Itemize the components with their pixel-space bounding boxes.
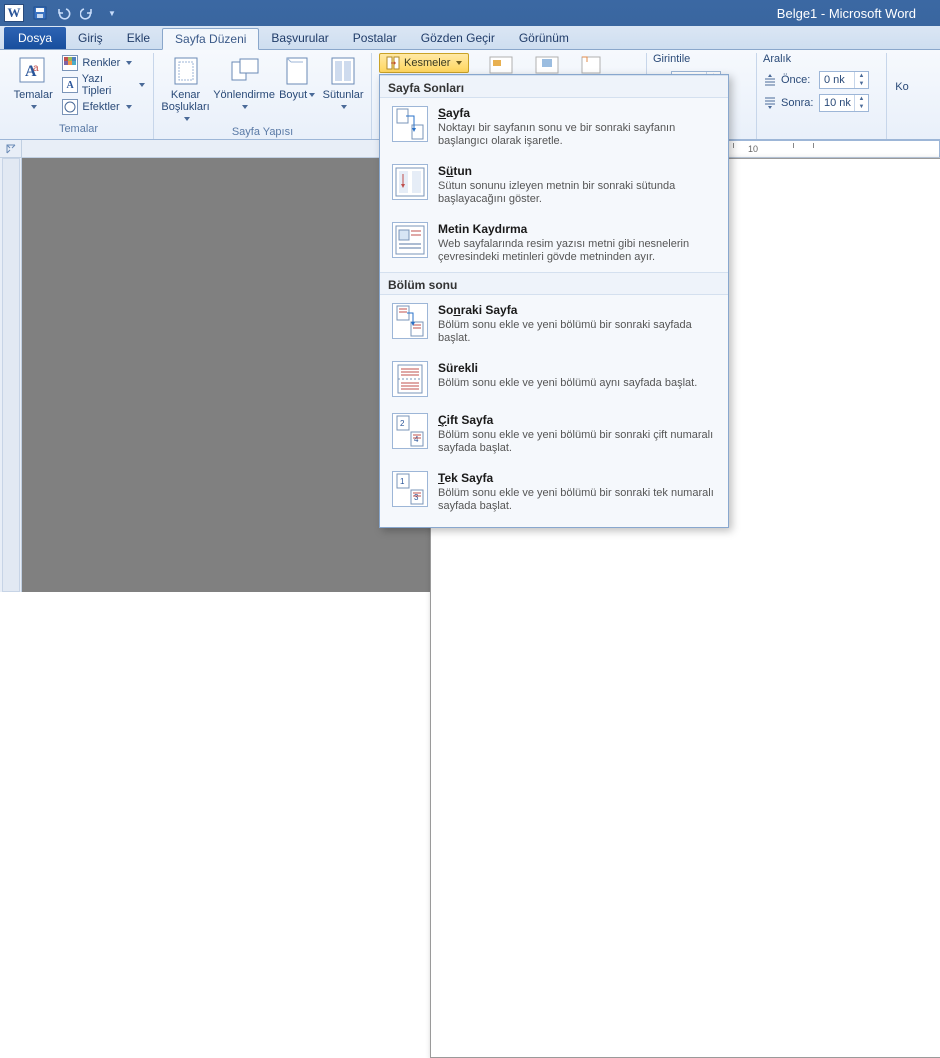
overflow-button[interactable]: Ko (893, 53, 911, 93)
gallery-section-bolum-sonu: Bölüm sonu (380, 272, 728, 295)
tab-giris[interactable]: Giriş (66, 27, 115, 49)
group-sayfa-yapisi: Kenar Boşlukları Yönlendirme Boyut Sütun… (154, 53, 372, 139)
svg-text:4: 4 (414, 435, 419, 444)
ribbon-tabs: Dosya Giriş Ekle Sayfa Düzeni Başvurular… (0, 26, 940, 50)
partial-icon-3 (580, 55, 602, 75)
aralik-label: Aralık (763, 53, 791, 67)
page-break-icon (392, 106, 428, 142)
gitem-tek-sayfa[interactable]: 13 Tek SayfaBölüm sonu ekle ve yeni bölü… (380, 463, 728, 521)
continuous-section-icon (392, 361, 428, 397)
undo-icon[interactable] (54, 4, 74, 22)
colors-icon (62, 55, 78, 71)
temalar-button[interactable]: Aa Temalar (10, 53, 56, 113)
gitem-surekli[interactable]: SürekliBölüm sonu ekle ve yeni bölümü ay… (380, 353, 728, 405)
save-icon[interactable] (30, 4, 50, 22)
gallery-section-sayfa-sonlari: Sayfa Sonları (380, 75, 728, 98)
text-wrap-break-icon (392, 222, 428, 258)
ribbon: Aa Temalar Renkler A Yazı Tipleri Efektl… (0, 50, 940, 140)
partial-icon-1 (488, 55, 514, 75)
group-aralik: Aralık Önce: 0 nk▲▼ Sonra: 10 nk▲▼ (757, 53, 887, 139)
columns-icon (327, 55, 359, 87)
margins-icon (170, 55, 202, 87)
aralik-once-input[interactable]: 0 nk▲▼ (819, 71, 869, 89)
effects-icon (62, 99, 78, 115)
kenar-bosluklari-button[interactable]: Kenar Boşlukları (160, 53, 211, 125)
boyut-button[interactable]: Boyut (277, 53, 317, 101)
efektler-button[interactable]: Efektler (60, 97, 147, 117)
partial-icon-2 (534, 55, 560, 75)
tab-file[interactable]: Dosya (4, 27, 66, 49)
tab-sayfa-duzeni[interactable]: Sayfa Düzeni (162, 28, 259, 50)
next-page-section-icon (392, 303, 428, 339)
svg-text:a: a (33, 63, 39, 74)
svg-text:2: 2 (400, 419, 405, 428)
tab-basvurular[interactable]: Başvurular (259, 27, 340, 49)
gitem-sayfa[interactable]: SayfaNoktayı bir sayfanın sonu ve bir so… (380, 98, 728, 156)
aralik-sonra-row: Sonra: 10 nk▲▼ (763, 93, 869, 113)
document-title: Belge1 - Microsoft Word (777, 6, 916, 21)
app-icon: W (4, 4, 24, 22)
aralik-once-row: Önce: 0 nk▲▼ (763, 70, 869, 90)
spacing-after-icon (763, 96, 777, 110)
ruler-corner[interactable] (0, 140, 22, 158)
size-icon (281, 55, 313, 87)
breaks-icon (386, 56, 400, 70)
tab-gozden-gecir[interactable]: Gözden Geçir (409, 27, 507, 49)
group-temalar: Aa Temalar Renkler A Yazı Tipleri Efektl… (4, 53, 154, 139)
yonlendirme-button[interactable]: Yönlendirme (215, 53, 273, 113)
gitem-metin-kaydirma[interactable]: Metin KaydırmaWeb sayfalarında resim yaz… (380, 214, 728, 272)
odd-page-section-icon: 13 (392, 471, 428, 507)
ruler-vertical[interactable] (0, 158, 22, 592)
svg-text:3: 3 (414, 493, 419, 502)
yazi-tipleri-button[interactable]: A Yazı Tipleri (60, 75, 147, 95)
column-break-icon (392, 164, 428, 200)
svg-text:1: 1 (400, 477, 405, 486)
tab-postalar[interactable]: Postalar (341, 27, 409, 49)
qat-dropdown-icon[interactable]: ▼ (102, 4, 122, 22)
sutunlar-button[interactable]: Sütunlar (321, 53, 365, 113)
tab-gorunum[interactable]: Görünüm (507, 27, 581, 49)
kesmeler-gallery: Sayfa Sonları SayfaNoktayı bir sayfanın … (379, 74, 729, 528)
group-label-sayfa-yapisi: Sayfa Yapısı (160, 125, 365, 140)
group-overflow: Ko (887, 53, 917, 139)
even-page-section-icon: 24 (392, 413, 428, 449)
renkler-button[interactable]: Renkler (60, 53, 147, 73)
quick-access-toolbar: ▼ (30, 4, 122, 22)
aralik-sonra-input[interactable]: 10 nk▲▼ (819, 94, 869, 112)
fonts-icon: A (62, 77, 77, 93)
gitem-sutun[interactable]: SütunSütun sonunu izleyen metnin bir son… (380, 156, 728, 214)
gitem-cift-sayfa[interactable]: 24 Çift SayfaBölüm sonu ekle ve yeni böl… (380, 405, 728, 463)
group-label-temalar: Temalar (10, 122, 147, 137)
girintile-label: Girintile (653, 53, 690, 67)
spacing-before-icon (763, 73, 777, 87)
tab-ekle[interactable]: Ekle (115, 27, 162, 49)
themes-icon: Aa (17, 55, 49, 87)
orientation-icon (228, 55, 260, 87)
redo-icon[interactable] (78, 4, 98, 22)
kesmeler-button[interactable]: Kesmeler (379, 53, 469, 73)
title-bar: W ▼ Belge1 - Microsoft Word (0, 0, 940, 26)
gitem-sonraki-sayfa[interactable]: Sonraki SayfaBölüm sonu ekle ve yeni böl… (380, 295, 728, 353)
